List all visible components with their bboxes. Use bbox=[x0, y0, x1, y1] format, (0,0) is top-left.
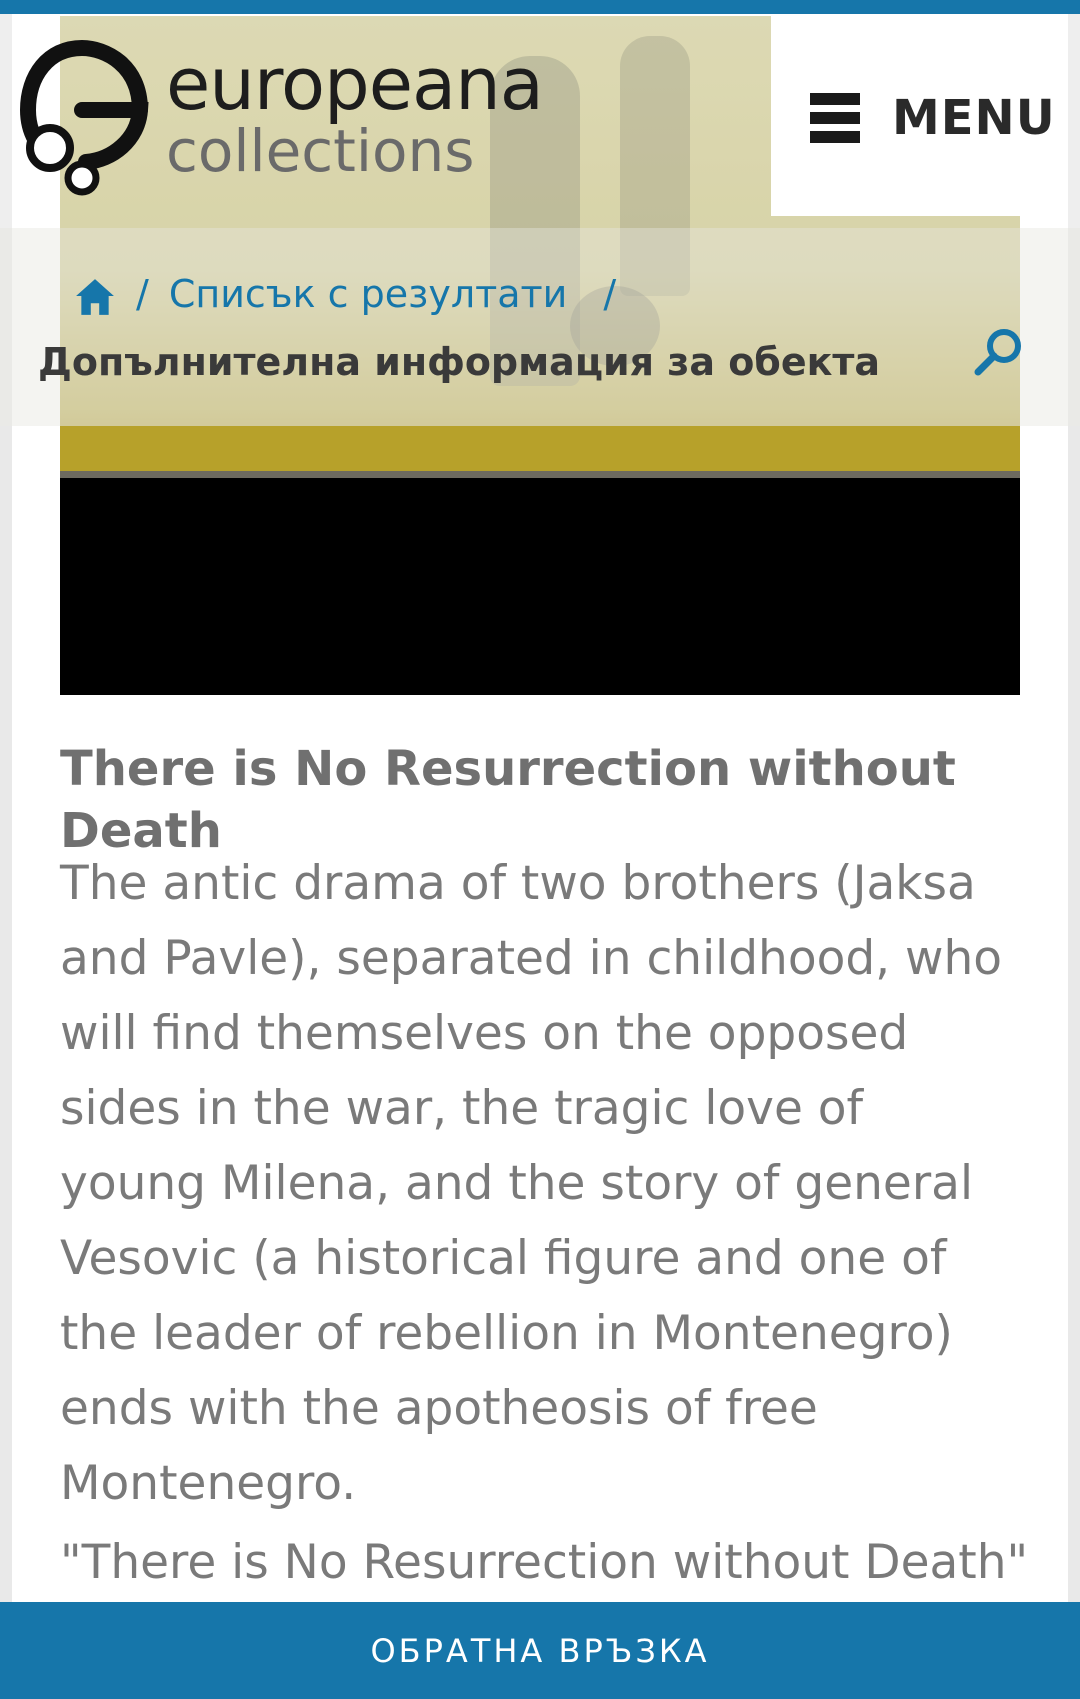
breadcrumb-results-link[interactable]: Списък с резултати bbox=[169, 272, 568, 316]
item-title: There is No Resurrection without Death bbox=[60, 741, 956, 859]
feedback-label: ОБРАТНА ВРЪЗКА bbox=[370, 1631, 710, 1670]
top-accent-bar bbox=[0, 0, 1080, 14]
item-description: The antic drama of two brothers (Jaksa a… bbox=[60, 856, 1003, 1511]
media-player-area[interactable] bbox=[60, 478, 1020, 695]
breadcrumb: / Списък с резултати / Допълнителна информа… bbox=[0, 228, 1080, 426]
breadcrumb-separator: / bbox=[603, 272, 617, 316]
feedback-button[interactable]: ОБРАТНА ВРЪЗКА bbox=[0, 1602, 1080, 1699]
breadcrumb-separator: / bbox=[136, 272, 149, 316]
logo-line-europeana: europeana bbox=[166, 42, 544, 126]
logo-line-collections: collections bbox=[166, 117, 475, 185]
logo-wordmark[interactable]: europeana collections bbox=[166, 42, 544, 185]
item-quote: "There is No Resurrection without Death" bbox=[60, 1535, 1029, 1590]
breadcrumb-current: Допълнителна информация за обекта bbox=[38, 340, 881, 384]
menu-label: MENU bbox=[892, 90, 1056, 146]
home-icon[interactable] bbox=[74, 277, 116, 317]
hamburger-icon bbox=[810, 93, 860, 143]
menu-button[interactable]: MENU bbox=[810, 86, 1056, 150]
search-icon[interactable] bbox=[972, 326, 1024, 378]
